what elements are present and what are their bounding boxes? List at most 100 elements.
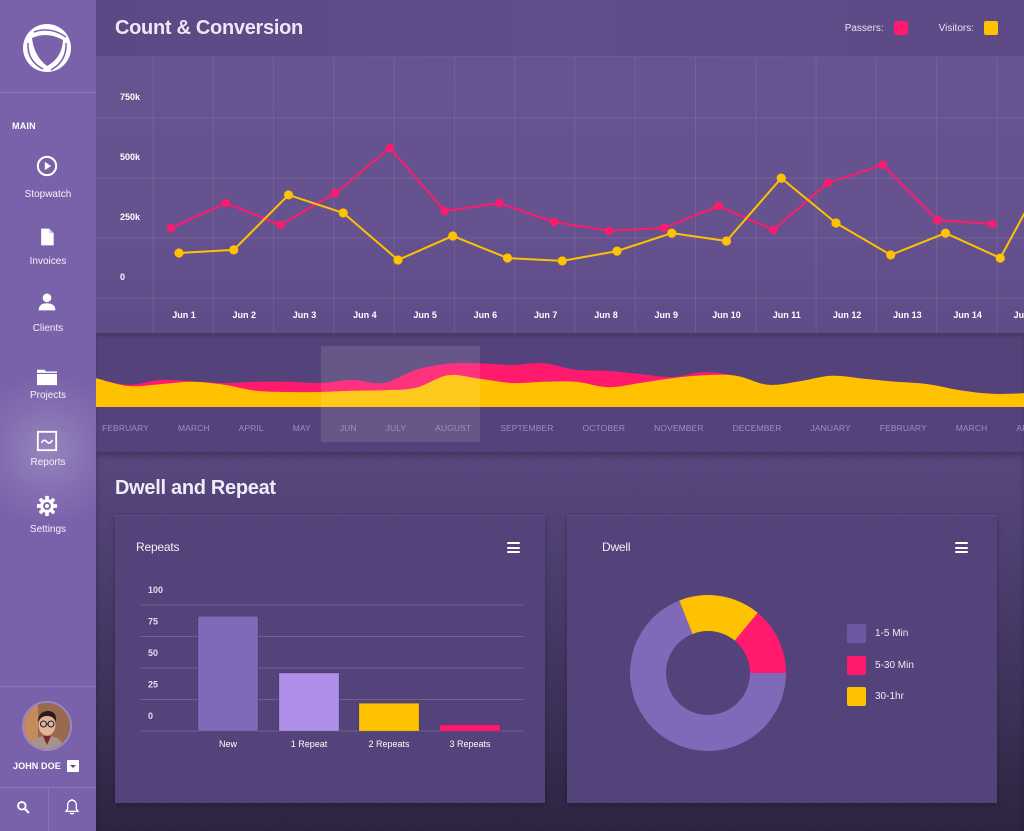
visitors-point[interactable]	[886, 250, 896, 260]
y-tick-label: 500k	[120, 152, 141, 162]
sidebar-divider	[0, 92, 96, 93]
legend-swatch	[847, 624, 866, 643]
visitors-point[interactable]	[831, 218, 841, 228]
sidebar-item-label: Clients	[32, 323, 64, 334]
menu-icon[interactable]	[507, 542, 520, 553]
menu-icon[interactable]	[955, 542, 968, 553]
passers-point[interactable]	[385, 143, 395, 153]
bar[interactable]	[278, 672, 340, 732]
pie-legend-item[interactable]: 1-5 Min	[847, 624, 908, 643]
passers-point[interactable]	[440, 206, 449, 216]
logo-icon[interactable]	[22, 23, 72, 73]
reports-icon	[36, 430, 58, 452]
folder-icon	[36, 366, 58, 388]
month-label[interactable]: APRIL	[239, 423, 264, 433]
month-label[interactable]: MAY	[293, 423, 311, 433]
passers-point[interactable]	[659, 223, 668, 233]
x-tick-label: Jun 10	[712, 310, 741, 320]
page-title: Count & Conversion	[115, 17, 303, 39]
overview-area-svg	[96, 363, 1024, 407]
passers-line	[170, 147, 993, 232]
sidebar-item-invoices[interactable]: Invoices	[0, 217, 96, 284]
dwell-card: Dwell 1-5 Min 5-30 Min 30-1hr	[567, 515, 997, 803]
month-label[interactable]: JULY	[386, 423, 407, 433]
visitors-point[interactable]	[612, 246, 622, 256]
legend-swatch-passers[interactable]	[893, 21, 908, 35]
timeline-overview: FEBRUARY MARCH APRIL MAY JUN JULY AUGUST SEPTEM…	[96, 333, 1024, 452]
month-label[interactable]: OCTOBER	[583, 423, 626, 433]
x-tick-label: 2 Repeats	[368, 739, 410, 749]
legend-swatch-visitors[interactable]	[984, 21, 998, 35]
passers-point[interactable]	[823, 178, 833, 188]
visitors-point[interactable]	[667, 228, 677, 238]
month-label[interactable]: SEPTEMBER	[500, 423, 553, 433]
passers-point[interactable]	[604, 226, 614, 236]
passers-point[interactable]	[714, 201, 723, 211]
passers-point[interactable]	[769, 225, 778, 235]
month-label[interactable]: APRIL	[1016, 423, 1024, 433]
passers-point[interactable]	[276, 220, 285, 230]
visitors-point[interactable]	[448, 231, 458, 241]
search-button[interactable]	[13, 796, 33, 818]
y-tick-label: 750k	[120, 92, 141, 102]
x-tick-label: 1 Repeat	[291, 739, 328, 749]
sidebar-divider	[0, 686, 96, 687]
x-tick-label: Jun 5	[413, 310, 437, 320]
month-label[interactable]: FEBRUARY	[880, 423, 927, 433]
visitors-point[interactable]	[776, 173, 786, 183]
chart-legend: Passers: Visitors:	[845, 21, 998, 35]
bar[interactable]	[358, 702, 420, 732]
sidebar-item-settings[interactable]: Settings	[0, 485, 96, 552]
visitors-point[interactable]	[229, 245, 239, 255]
visitors-point[interactable]	[940, 228, 951, 238]
x-tick-label: Jun 13	[893, 310, 922, 320]
month-label[interactable]: JUN	[340, 423, 357, 433]
avatar[interactable]	[22, 701, 72, 751]
month-label[interactable]: DECEMBER	[733, 423, 782, 433]
passers-point[interactable]	[933, 215, 942, 225]
pie-legend-item[interactable]: 5-30 Min	[847, 656, 914, 675]
passers-point[interactable]	[495, 198, 504, 208]
line-chart-svg: 750k 500k 250k 0 Jun 1 Jun 2 Jun 3 Jun 4 Jun 5 Ju…	[96, 57, 1024, 333]
month-label[interactable]: NOVEMBER	[654, 423, 703, 433]
passers-point[interactable]	[878, 160, 887, 170]
section-label-main: MAIN	[12, 121, 36, 131]
month-label[interactable]: MARCH	[178, 423, 210, 433]
visitors-point[interactable]	[283, 190, 294, 200]
month-label[interactable]: FEBRUARY	[102, 423, 149, 433]
visitors-point[interactable]	[502, 253, 513, 263]
passers-point[interactable]	[166, 223, 176, 233]
sidebar-item-stopwatch[interactable]: Stopwatch	[0, 150, 96, 217]
legend-swatch	[847, 656, 866, 675]
visitors-point[interactable]	[393, 255, 403, 265]
visitors-point[interactable]	[174, 248, 184, 258]
pie-legend-item[interactable]: 30-1hr	[847, 687, 904, 706]
y-tick-label: 50	[148, 648, 158, 658]
dwell-donut-svg	[630, 595, 786, 751]
sidebar: MAIN Stopwatch Invoices Clients Projects…	[0, 0, 96, 831]
sidebar-item-clients[interactable]: Clients	[0, 284, 96, 351]
passers-point[interactable]	[221, 198, 230, 208]
x-tick-label: Jun 7	[534, 310, 558, 320]
visitors-point[interactable]	[721, 236, 732, 246]
x-tick-label: Jun 12	[833, 310, 862, 320]
visitors-point[interactable]	[557, 256, 567, 266]
legend-label-visitors: Visitors:	[938, 22, 974, 34]
sidebar-item-projects[interactable]: Projects	[0, 351, 96, 418]
passers-point[interactable]	[988, 219, 997, 229]
legend-label: 5-30 Min	[875, 660, 914, 671]
passers-point[interactable]	[331, 188, 340, 198]
month-label[interactable]: AUGUST	[435, 423, 471, 433]
visitors-point[interactable]	[995, 253, 1005, 263]
sidebar-item-reports[interactable]: Reports	[0, 418, 96, 485]
month-label[interactable]: MARCH	[956, 423, 988, 433]
month-label[interactable]: JANUARY	[811, 423, 851, 433]
bar[interactable]	[439, 724, 501, 732]
passers-point[interactable]	[550, 217, 559, 227]
sidebar-item-label: Projects	[29, 390, 67, 401]
user-menu-dropdown[interactable]	[67, 760, 79, 772]
bar[interactable]	[197, 615, 259, 732]
notifications-button[interactable]	[62, 796, 82, 818]
visitors-point[interactable]	[338, 208, 348, 218]
repeats-card: 100 75 50 25 0 New 1 Repeat 2 Repeats 3 Repeats …	[115, 515, 545, 803]
